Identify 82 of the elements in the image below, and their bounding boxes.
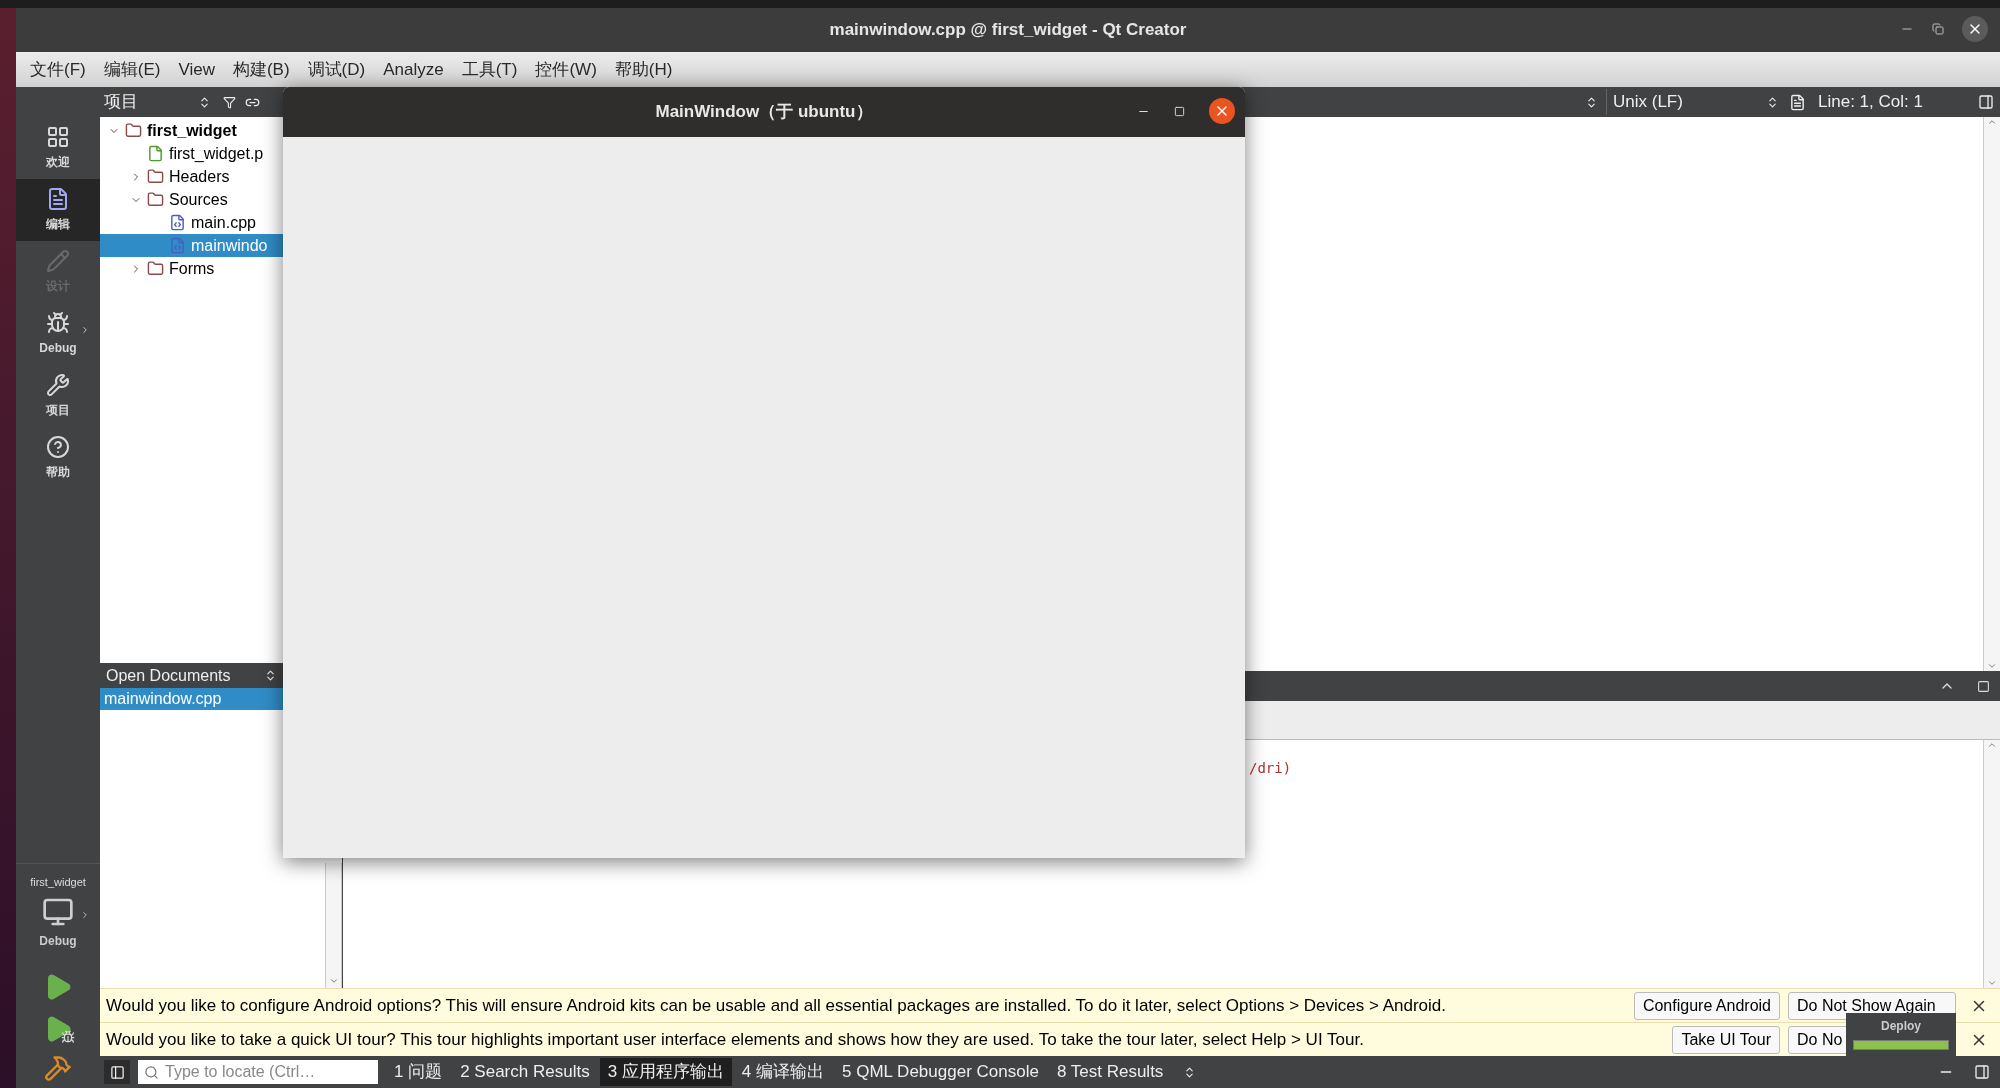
scrollbar[interactable] bbox=[1983, 117, 2000, 671]
menu-item[interactable]: 帮助(H) bbox=[614, 56, 673, 83]
hide-panel-icon[interactable] bbox=[1977, 679, 1990, 693]
document-item[interactable]: mainwindow.cpp bbox=[100, 688, 283, 710]
mode-button[interactable]: 项目 bbox=[16, 365, 100, 427]
info-button[interactable]: Configure Android bbox=[1633, 991, 1780, 1020]
folder-icon bbox=[147, 168, 164, 185]
mode-button[interactable]: 帮助 bbox=[16, 427, 100, 489]
scroll-down-icon[interactable] bbox=[328, 976, 339, 986]
menu-item[interactable]: 控件(W) bbox=[535, 56, 597, 83]
file-icon bbox=[147, 145, 164, 162]
output-tab[interactable]: 5 QML Debugger Console bbox=[834, 1058, 1047, 1086]
menu-item[interactable]: 编辑(E) bbox=[103, 56, 161, 83]
mode-button[interactable]: 欢迎 bbox=[16, 117, 100, 179]
output-tab[interactable]: 4 编译输出 bbox=[733, 1058, 832, 1086]
deploy-label: Deploy bbox=[1881, 1018, 1921, 1035]
output-tab[interactable]: 2 Search Results bbox=[452, 1058, 598, 1086]
search-icon bbox=[144, 1064, 159, 1080]
target-project: first_widget bbox=[30, 874, 86, 890]
output-tab[interactable]: 3 应用程序输出 bbox=[599, 1058, 732, 1086]
filter-icon[interactable] bbox=[223, 95, 236, 109]
sort-icon[interactable] bbox=[1766, 95, 1779, 109]
output-tab[interactable]: 8 Test Results bbox=[1048, 1058, 1172, 1086]
cursor-position: Line: 1, Col: 1 bbox=[1818, 91, 1924, 114]
mode-icon bbox=[46, 249, 70, 273]
maximize-icon[interactable] bbox=[1174, 105, 1185, 117]
tree-item[interactable]: mainwindo bbox=[100, 234, 283, 257]
folder-icon bbox=[125, 122, 142, 139]
close-button[interactable] bbox=[1209, 98, 1235, 124]
sort-icon[interactable] bbox=[198, 95, 211, 109]
info-text: Would you like to take a quick UI tour? This tour highlights important user interface elements and shows how they are used. To take the tour later, select Help > UI Tour. bbox=[106, 1028, 1365, 1051]
mode-icon bbox=[46, 125, 70, 149]
mode-icon bbox=[46, 435, 70, 459]
split-icon[interactable] bbox=[1978, 94, 1994, 110]
menu-item[interactable]: Analyze bbox=[383, 56, 444, 83]
close-button[interactable] bbox=[1962, 16, 1988, 42]
menu-item[interactable]: 构建(B) bbox=[232, 56, 290, 83]
tree-item[interactable]: Forms bbox=[100, 257, 283, 280]
info-text: Would you like to configure Android options? This will ensure Android kits can be usable and all essential packages are installed. To do it later, select Options > Devices > Android. bbox=[106, 994, 1447, 1017]
folder-icon bbox=[147, 191, 164, 208]
mode-icon bbox=[46, 373, 70, 397]
tree-item[interactable]: main.cpp bbox=[100, 211, 283, 234]
pane-title: 项目 bbox=[104, 91, 139, 114]
file-icon bbox=[169, 214, 186, 231]
menu-item[interactable]: 调试(D) bbox=[307, 56, 366, 83]
monitor-icon[interactable] bbox=[42, 896, 74, 928]
mode-button[interactable]: Debug bbox=[16, 303, 100, 365]
tree-item[interactable]: first_widget bbox=[100, 119, 283, 142]
sort-icon[interactable] bbox=[1585, 95, 1598, 109]
right-sidebar-icon[interactable] bbox=[1974, 1064, 1990, 1080]
tree-item[interactable]: Sources bbox=[100, 188, 283, 211]
locator-field[interactable]: Type to locate (Ctrl… bbox=[138, 1060, 378, 1084]
file-icon bbox=[169, 237, 186, 254]
menu-item[interactable]: View bbox=[178, 56, 215, 83]
folder-icon bbox=[147, 260, 164, 277]
target-config: Debug bbox=[39, 933, 77, 950]
caret-icon[interactable] bbox=[80, 910, 90, 920]
caret-icon[interactable] bbox=[80, 325, 90, 335]
pane-title: Open Documents bbox=[106, 665, 232, 686]
scroll-down-icon[interactable] bbox=[1987, 978, 1997, 988]
scroll-down-icon[interactable] bbox=[1987, 661, 1997, 671]
window-title: mainwindow.cpp @ first_widget - Qt Creator bbox=[828, 19, 1188, 42]
document-icon[interactable] bbox=[1789, 93, 1806, 111]
menu-item[interactable]: 文件(F) bbox=[30, 56, 86, 83]
tree-item[interactable]: Headers bbox=[100, 165, 283, 188]
scrollbar[interactable] bbox=[325, 863, 342, 988]
tree-item[interactable]: first_widget.p bbox=[100, 142, 283, 165]
line-ending-selector[interactable]: Unix (LF) bbox=[1606, 89, 1766, 115]
dialog-title: MainWindow（于 ubuntu） bbox=[654, 101, 874, 124]
sidebar-icon bbox=[109, 1064, 125, 1080]
info-button[interactable]: Take UI Tour bbox=[1672, 1025, 1780, 1054]
mode-icon bbox=[46, 187, 70, 211]
scrollbar[interactable] bbox=[1983, 740, 2000, 988]
output-line: /dri) bbox=[1249, 759, 1293, 778]
sort-icon[interactable] bbox=[264, 669, 277, 682]
mode-button[interactable]: 编辑 bbox=[16, 179, 100, 241]
output-tab[interactable]: 1 问题 bbox=[386, 1058, 451, 1086]
sidebar-toggle[interactable] bbox=[104, 1060, 130, 1084]
build-icon[interactable] bbox=[44, 1054, 72, 1082]
mode-icon bbox=[46, 311, 70, 335]
menu-item[interactable]: 工具(T) bbox=[461, 56, 518, 83]
restore-icon[interactable] bbox=[1932, 23, 1944, 35]
